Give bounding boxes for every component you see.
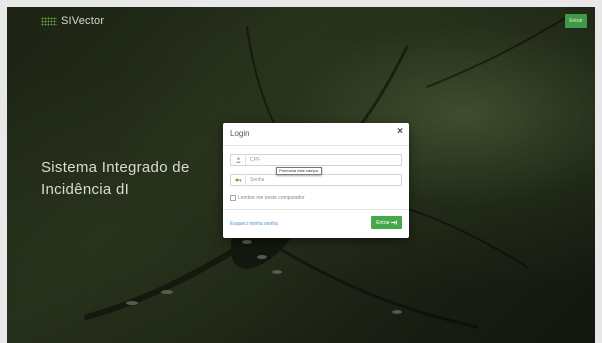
validation-tooltip: Preencha este campo. <box>276 167 323 175</box>
hero-line-1: Sistema Integrado de <box>41 159 190 176</box>
forgot-password-link[interactable]: Esqueci minha senha <box>230 221 278 227</box>
brand-logo: SIVector <box>41 15 104 27</box>
key-icon <box>231 175 246 185</box>
login-modal: Login × Lembre me neste computador Esque… <box>223 123 409 238</box>
top-enter-button[interactable]: Entrar <box>565 14 587 28</box>
hero-line-2: Incidência dI <box>41 181 130 198</box>
cpf-input[interactable] <box>246 155 394 165</box>
submit-label: Entrar <box>376 219 390 226</box>
cpf-field <box>230 154 402 166</box>
modal-footer: Esqueci minha senha Entrar <box>223 209 409 239</box>
sign-in-icon <box>390 220 397 225</box>
grid-dots-icon <box>41 16 57 26</box>
user-icon <box>231 155 246 165</box>
password-field <box>230 174 402 186</box>
hero-title: Sistema Integrado de Incidência dI <box>41 157 190 201</box>
modal-title: Login <box>230 129 250 138</box>
remember-label: Lembre me neste computador <box>238 195 305 201</box>
remember-me[interactable]: Lembre me neste computador <box>230 195 305 201</box>
close-button[interactable]: × <box>397 127 403 137</box>
password-input[interactable] <box>246 175 394 185</box>
submit-button[interactable]: Entrar <box>371 216 402 229</box>
brand-name: SIVector <box>61 15 105 27</box>
modal-header: Login × <box>223 123 409 146</box>
remember-checkbox[interactable] <box>230 195 236 201</box>
